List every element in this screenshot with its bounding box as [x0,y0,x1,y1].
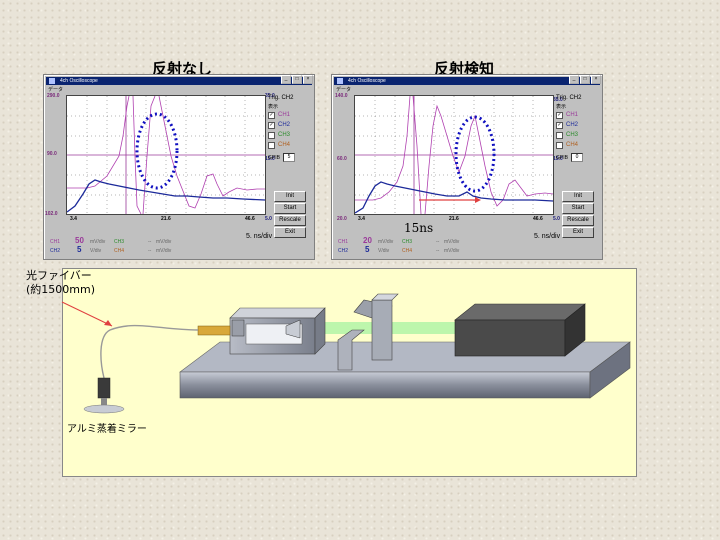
detector-top [454,303,586,321]
optical-rail-front [179,371,591,399]
detector-box [454,319,566,357]
fiber-mount-top [229,307,326,319]
fiber-ferrule [197,325,231,336]
mirror-mount-top [371,293,399,301]
mirror-label: アルミ蒸着ミラー [67,424,147,435]
mirror-mount [371,299,393,361]
mirror-holder [97,377,111,399]
fiber-connector [231,319,245,337]
fiber-label-line2: (約1500mm) [26,283,96,296]
fiber-label-line1: 光ファイバー [26,269,92,282]
fiber-label: 光ファイバー (約1500mm) [26,269,95,297]
label-pointer [61,301,113,327]
aluminum-mirror-icon [83,404,125,414]
setup-diagram [61,293,631,414]
